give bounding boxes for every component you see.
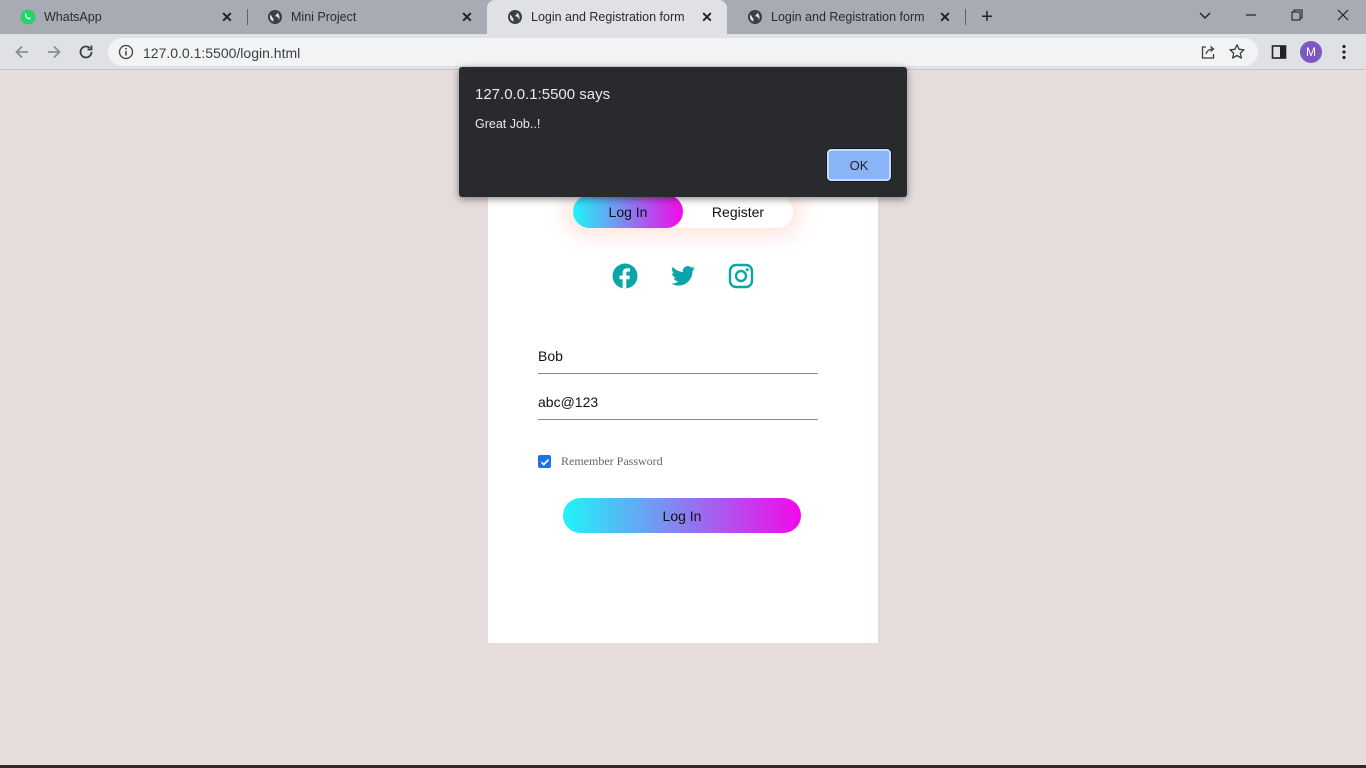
checkmark-icon (540, 458, 549, 466)
close-icon (1337, 9, 1349, 21)
tab-search-button[interactable] (1182, 0, 1228, 30)
remember-password-label: Remember Password (561, 454, 663, 468)
profile-button[interactable]: M (1300, 41, 1322, 63)
reload-button[interactable] (74, 40, 98, 64)
username-field[interactable]: Bob (538, 342, 818, 374)
avatar: M (1300, 41, 1322, 63)
close-icon[interactable]: ✕ (937, 9, 953, 25)
tab-whatsapp[interactable]: WhatsApp ✕ (0, 0, 247, 34)
close-icon[interactable]: ✕ (459, 9, 475, 25)
address-bar[interactable]: 127.0.0.1:5500/login.html (108, 38, 1258, 66)
tab-title: WhatsApp (44, 10, 102, 24)
restore-button[interactable] (1274, 0, 1320, 30)
side-panel-icon (1271, 45, 1287, 59)
instagram-icon[interactable] (728, 263, 754, 289)
facebook-icon[interactable] (612, 263, 638, 289)
arrow-left-icon (15, 45, 28, 59)
toggle-login-button[interactable]: Log In (573, 195, 683, 228)
dialog-message: Great Job..! (475, 117, 541, 131)
minimize-button[interactable] (1228, 0, 1274, 30)
minimize-icon (1246, 14, 1256, 16)
remember-password-checkbox[interactable] (538, 455, 551, 468)
login-submit-button[interactable]: Log In (563, 498, 801, 533)
star-icon[interactable] (1228, 43, 1246, 61)
info-icon[interactable] (118, 44, 134, 60)
close-icon[interactable]: ✕ (219, 9, 235, 25)
side-panel-button[interactable] (1268, 41, 1290, 63)
tab-strip: WhatsApp ✕ Mini Project ✕ Login and Regi… (0, 0, 1366, 34)
globe-icon (508, 10, 522, 24)
restore-icon (1291, 9, 1303, 21)
twitter-icon[interactable] (670, 263, 696, 289)
tab-separator (965, 9, 966, 25)
tab-title: Mini Project (291, 10, 357, 24)
back-button[interactable] (10, 40, 34, 64)
new-tab-button[interactable]: + (976, 6, 998, 28)
forward-button[interactable] (42, 40, 66, 64)
tab-mini-project[interactable]: Mini Project ✕ (247, 0, 487, 34)
alert-dialog: 127.0.0.1:5500 says Great Job..! OK (459, 67, 907, 197)
close-window-button[interactable] (1320, 0, 1366, 30)
toggle-register-button[interactable]: Register (683, 195, 793, 228)
tab-title: Login and Registration form (771, 10, 925, 24)
ok-button[interactable]: OK (826, 148, 892, 182)
remember-password-row: Remember Password (538, 454, 663, 469)
tab-title: Login and Registration form (531, 10, 685, 24)
arrow-right-icon (48, 45, 61, 59)
browser-toolbar: 127.0.0.1:5500/login.html M (0, 34, 1366, 70)
globe-icon (748, 10, 762, 24)
form-toggle: Log In Register (573, 195, 793, 228)
url-text[interactable]: 127.0.0.1:5500/login.html (143, 45, 300, 61)
tab-login-2[interactable]: Login and Registration form ✕ (727, 0, 965, 34)
tab-login-active[interactable]: Login and Registration form ✕ (487, 0, 727, 34)
whatsapp-icon (20, 9, 36, 25)
more-vertical-icon (1342, 44, 1346, 60)
password-field[interactable]: abc@123 (538, 388, 818, 420)
globe-icon (268, 10, 282, 24)
menu-button[interactable] (1333, 41, 1355, 63)
dialog-title: 127.0.0.1:5500 says (475, 86, 611, 103)
share-icon[interactable] (1200, 44, 1216, 60)
close-icon[interactable]: ✕ (699, 9, 715, 25)
reload-icon (79, 45, 93, 59)
chevron-down-icon (1199, 12, 1211, 19)
